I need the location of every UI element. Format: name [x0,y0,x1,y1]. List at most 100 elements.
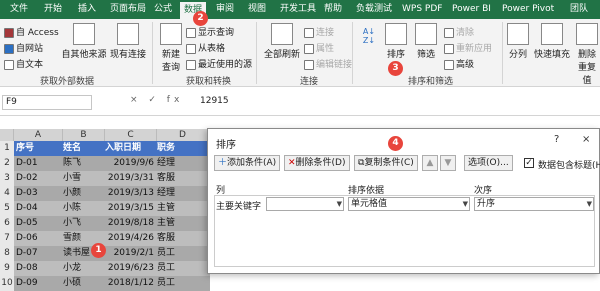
show-queries-button[interactable]: 显示查询 [186,25,234,38]
has-headers-checkbox[interactable]: ✓ [524,158,534,168]
advanced-filter-button[interactable]: 高级 [444,57,474,70]
row-header[interactable]: 2 [0,156,14,171]
table-cell[interactable]: 小陈 [63,201,102,216]
name-box[interactable]: F9 [2,95,92,110]
tab-review[interactable]: 审阅 [212,0,238,19]
reapply-button[interactable]: 重新应用 [444,41,492,54]
table-cell[interactable]: 2019/3/15 [105,201,154,216]
table-cell[interactable]: 2019/3/13 [105,186,154,201]
annotation-badge: 2 [193,11,208,26]
filter-button[interactable]: 筛选 [412,23,440,60]
table-cell[interactable]: 2019/3/31 [105,171,154,186]
delete-level-button[interactable]: ✕删除条件(D) [284,155,350,171]
table-cell[interactable]: 主管 [157,216,206,231]
from-web-button[interactable]: 自网站 [4,41,43,54]
tab-page-layout[interactable]: 页面布局 [106,0,150,19]
help-button[interactable]: ? [554,134,559,145]
formula-input[interactable]: 12915 [200,96,229,106]
formula-bar-buttons[interactable]: × ✓ fx [130,95,183,105]
from-access-button[interactable]: 自 Access [4,25,59,38]
new-query-button[interactable]: 新建 查询 [156,23,186,73]
remove-duplicates-button[interactable]: 删除 重复值 [574,23,600,86]
row-header[interactable]: 4 [0,186,14,201]
move-down-button[interactable]: ▼ [440,155,456,171]
sort-on-dropdown[interactable]: 单元格值 ▼ [348,197,470,211]
tab-view[interactable]: 视图 [244,0,270,19]
table-header-cell[interactable]: 职务 [157,141,206,156]
move-up-button[interactable]: ▲ [422,155,438,171]
table-cell[interactable]: D-01 [16,156,60,171]
from-text-button[interactable]: 自文本 [4,57,43,70]
connections-button[interactable]: 连接 [304,25,334,38]
recent-sources-button[interactable]: 最近使用的源 [186,57,252,70]
flash-fill-button[interactable]: 快速填充 [532,23,572,60]
tab-load-test[interactable]: 负载测试 [352,0,396,19]
close-button[interactable]: × [582,134,590,145]
order-dropdown[interactable]: 升序 ▼ [474,197,594,211]
from-table-button[interactable]: 从表格 [186,41,225,54]
table-cell[interactable]: 小雪 [63,171,102,186]
tab-wps-pdf[interactable]: WPS PDF [398,0,446,19]
tab-formulas[interactable]: 公式 [150,0,176,19]
add-level-button[interactable]: ＋添加条件(A) [214,155,281,171]
tab-developer[interactable]: 开发工具 [276,0,320,19]
refresh-all-button[interactable]: 全部刷新 [260,23,304,60]
existing-connections-button[interactable]: 现有连接 [108,23,148,60]
row-header[interactable]: 3 [0,171,14,186]
tab-insert[interactable]: 插入 [74,0,100,19]
edit-links-button[interactable]: 编辑链接 [304,57,352,70]
table-cell[interactable]: 小飞 [63,216,102,231]
column-header-b[interactable]: B [63,129,105,141]
table-cell[interactable]: 经理 [157,186,206,201]
table-cell[interactable]: 2018/1/12 [105,276,154,291]
row-header[interactable]: 7 [0,231,14,246]
copy-level-button[interactable]: ⧉复制条件(C) [354,155,418,171]
properties-button[interactable]: 属性 [304,41,334,54]
table-header-cell[interactable]: 序号 [16,141,60,156]
row-header[interactable]: 1 [0,141,14,156]
table-header-cell[interactable]: 入职日期 [105,141,154,156]
table-cell[interactable]: 员工 [157,276,206,291]
select-all-corner[interactable] [0,129,14,141]
table-cell[interactable]: D-07 [16,246,60,261]
table-cell[interactable]: 小颜 [63,186,102,201]
table-cell[interactable]: D-04 [16,201,60,216]
table-cell[interactable]: D-03 [16,186,60,201]
sort-column-dropdown[interactable]: ▼ [266,197,344,211]
row-header[interactable]: 5 [0,201,14,216]
row-header[interactable]: 6 [0,216,14,231]
table-cell[interactable]: 2019/8/18 [105,216,154,231]
row-header[interactable]: 8 [0,246,14,261]
options-button[interactable]: 选项(O)... [464,155,513,171]
row-header[interactable]: 10 [0,276,14,291]
clear-filter-button[interactable]: 清除 [444,25,474,38]
tab-file[interactable]: 文件 [6,0,32,19]
table-cell[interactable]: D-05 [16,216,60,231]
tab-power-bi[interactable]: Power BI [448,0,495,19]
tab-help[interactable]: 帮助 [320,0,346,19]
text-to-columns-button[interactable]: 分列 [506,23,530,60]
table-cell[interactable]: 主管 [157,201,206,216]
table-header-cell[interactable]: 姓名 [63,141,102,156]
column-header-a[interactable]: A [14,129,63,141]
table-cell[interactable]: D-09 [16,276,60,291]
from-other-sources-button[interactable]: 自其他来源 [60,23,108,60]
column-header-d[interactable]: D [157,129,209,141]
sort-button[interactable]: 排序 [382,23,410,60]
table-cell[interactable]: D-02 [16,171,60,186]
table-cell[interactable]: 经理 [157,156,206,171]
sort-az-icon[interactable]: A↓ Z↓ [358,27,380,45]
tab-power-pivot[interactable]: Power Pivot [498,0,558,19]
table-cell[interactable]: D-06 [16,231,60,246]
table-cell[interactable]: 陈飞 [63,156,102,171]
table-cell[interactable]: 2019/9/6 [105,156,154,171]
table-cell[interactable]: 小硕 [63,276,102,291]
tab-home[interactable]: 开始 [40,0,66,19]
table-cell[interactable]: 2019/4/26 [105,231,154,246]
table-cell[interactable]: 客服 [157,171,206,186]
column-header-c[interactable]: C [105,129,157,141]
table-cell[interactable]: 2019/2/1 [105,246,154,261]
table-cell[interactable]: 员工 [157,246,206,261]
tab-team[interactable]: 团队 [566,0,592,19]
table-cell[interactable]: 客服 [157,231,206,246]
